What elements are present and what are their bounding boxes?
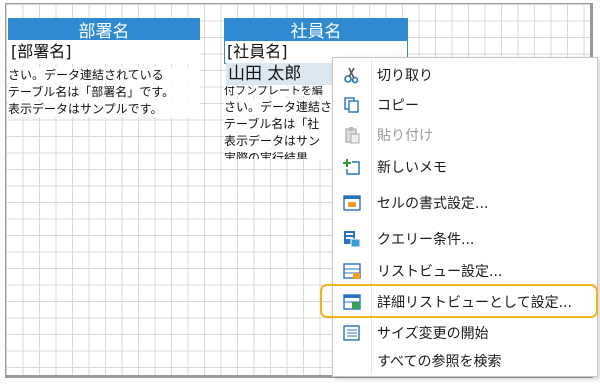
- department-field-cell[interactable]: [部署名]: [8, 40, 200, 64]
- listview-icon: [343, 262, 361, 280]
- employee-note-line-1: 付フンプレートを編: [224, 86, 334, 96]
- menu-item-cut[interactable]: 切り取り: [333, 60, 597, 90]
- menu-item-label: サイズ変更の開始: [377, 326, 489, 342]
- detail-listview-icon: [343, 293, 361, 311]
- menu-item-label: 新しいメモ: [377, 160, 447, 176]
- menu-item-label: クエリー条件...: [377, 232, 475, 248]
- sample-value: 山田 太郎: [226, 63, 338, 85]
- menu-item-new-note[interactable]: 新しいメモ: [333, 152, 597, 182]
- department-note-line-3: 表示データはサンプルです。: [8, 101, 200, 117]
- scissors-icon: [343, 66, 361, 84]
- menu-item-query-conditions[interactable]: クエリー条件...: [333, 224, 597, 254]
- menu-item-listview-settings[interactable]: リストビュー設定...: [333, 256, 597, 286]
- menu-item-label: リストビュー設定...: [377, 264, 503, 280]
- employee-note-line-3: テーブル名は「社: [224, 116, 334, 132]
- menu-item-label: 切り取り: [377, 68, 433, 84]
- spreadsheet-window: 部署名 社員名 [部署名] [社員名] さい。データ連結されている テーブル名は…: [0, 0, 600, 391]
- menu-item-find-all-references[interactable]: すべての参照を検索: [333, 346, 597, 376]
- employee-note-line-2: さい。データ連結さ: [224, 99, 334, 115]
- menu-item-copy[interactable]: コピー: [333, 90, 597, 120]
- query-icon: [343, 230, 361, 248]
- paste-icon: [343, 126, 361, 144]
- menu-item-label: 貼り付け: [377, 128, 433, 144]
- menu-item-paste[interactable]: 貼り付け: [333, 120, 597, 150]
- employee-note-line-4: 表示データはサン: [224, 133, 334, 149]
- menu-item-start-resize[interactable]: サイズ変更の開始: [333, 318, 597, 348]
- format-cells-icon: [343, 194, 361, 212]
- menu-item-label: コピー: [377, 98, 419, 114]
- context-menu: 切り取り コピー 貼り付け 新しいメモ セルの書式設定... クエリー条件...…: [332, 57, 598, 377]
- menu-item-label: すべての参照を検索: [377, 354, 502, 370]
- menu-item-label: 詳細リストビューとして設定...: [377, 295, 572, 311]
- new-note-icon: [343, 158, 361, 176]
- menu-item-label: セルの書式設定...: [377, 196, 489, 212]
- column-header-employee[interactable]: 社員名: [224, 18, 408, 42]
- column-header-department[interactable]: 部署名: [8, 18, 200, 42]
- department-note-line-1: さい。データ連結されている: [8, 67, 200, 83]
- copy-icon: [343, 96, 361, 114]
- department-note-line-2: テーブル名は「部署名」です。: [8, 84, 200, 100]
- menu-item-detail-listview[interactable]: 詳細リストビューとして設定...: [333, 287, 597, 317]
- resize-icon: [343, 324, 361, 342]
- employee-note-line-5: 実際の実行結果: [224, 150, 334, 159]
- menu-item-format-cells[interactable]: セルの書式設定...: [333, 188, 597, 218]
